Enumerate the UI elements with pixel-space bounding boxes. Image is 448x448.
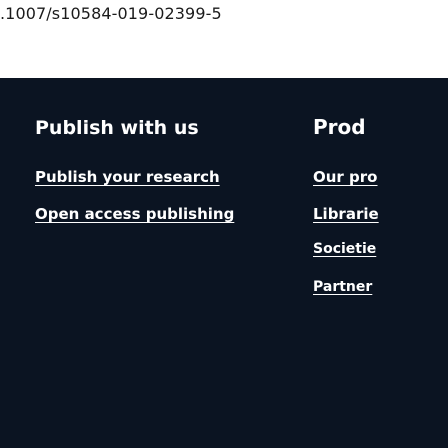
doi-text: .1007/s10584-019-02399-5 — [0, 4, 222, 23]
librarians-link[interactable]: Librarie — [313, 205, 379, 223]
partners-link[interactable]: Partner — [313, 279, 372, 295]
our-products-link[interactable]: Our pro — [313, 168, 378, 186]
open-access-publishing-link[interactable]: Open access publishing — [35, 205, 234, 223]
products-heading: Prod — [313, 115, 366, 139]
article-citation-area: .1007/s10584-019-02399-5 — [0, 0, 448, 78]
publish-with-us-heading: Publish with us — [35, 117, 199, 139]
site-footer: Publish with us Publish your research Op… — [0, 78, 448, 448]
publish-your-research-link[interactable]: Publish your research — [35, 168, 220, 186]
societies-link[interactable]: Societie — [313, 241, 376, 257]
